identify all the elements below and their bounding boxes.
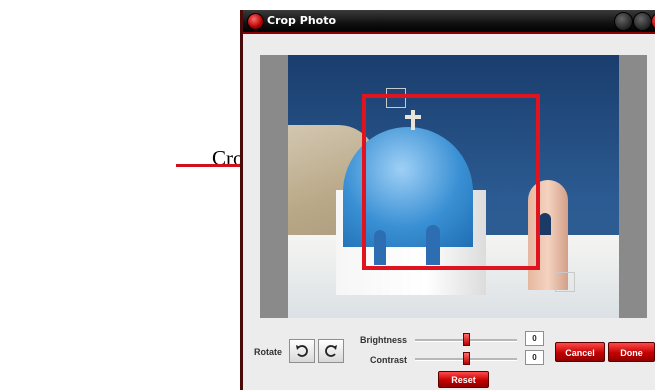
done-button[interactable]: Done (608, 342, 655, 362)
contrast-slider-thumb[interactable] (462, 352, 470, 365)
rotate-right-button[interactable] (318, 339, 344, 363)
maximize-button[interactable] (633, 12, 652, 31)
crop-box[interactable] (362, 94, 540, 270)
rotate-ccw-icon (296, 345, 308, 357)
contrast-label: Contrast (370, 355, 408, 365)
crop-handle-bottom-right[interactable] (555, 272, 575, 292)
brightness-value-field[interactable]: 0 (525, 331, 544, 346)
rotate-label: Rotate (254, 347, 283, 357)
brightness-slider-thumb[interactable] (462, 333, 470, 346)
brightness-label: Brightness (360, 335, 408, 345)
cancel-button[interactable]: Cancel (555, 342, 605, 362)
reset-button[interactable]: Reset (438, 371, 489, 388)
minimize-button[interactable] (614, 12, 633, 31)
app-icon (247, 13, 264, 30)
rotate-cw-icon (325, 345, 337, 357)
window-title: Crop Photo (267, 14, 337, 27)
contrast-value-field[interactable]: 0 (525, 350, 544, 365)
rotate-left-button[interactable] (289, 339, 315, 363)
title-bar[interactable]: Crop Photo (243, 10, 655, 34)
close-button[interactable] (651, 12, 655, 31)
bell-arch-shape (539, 213, 551, 235)
